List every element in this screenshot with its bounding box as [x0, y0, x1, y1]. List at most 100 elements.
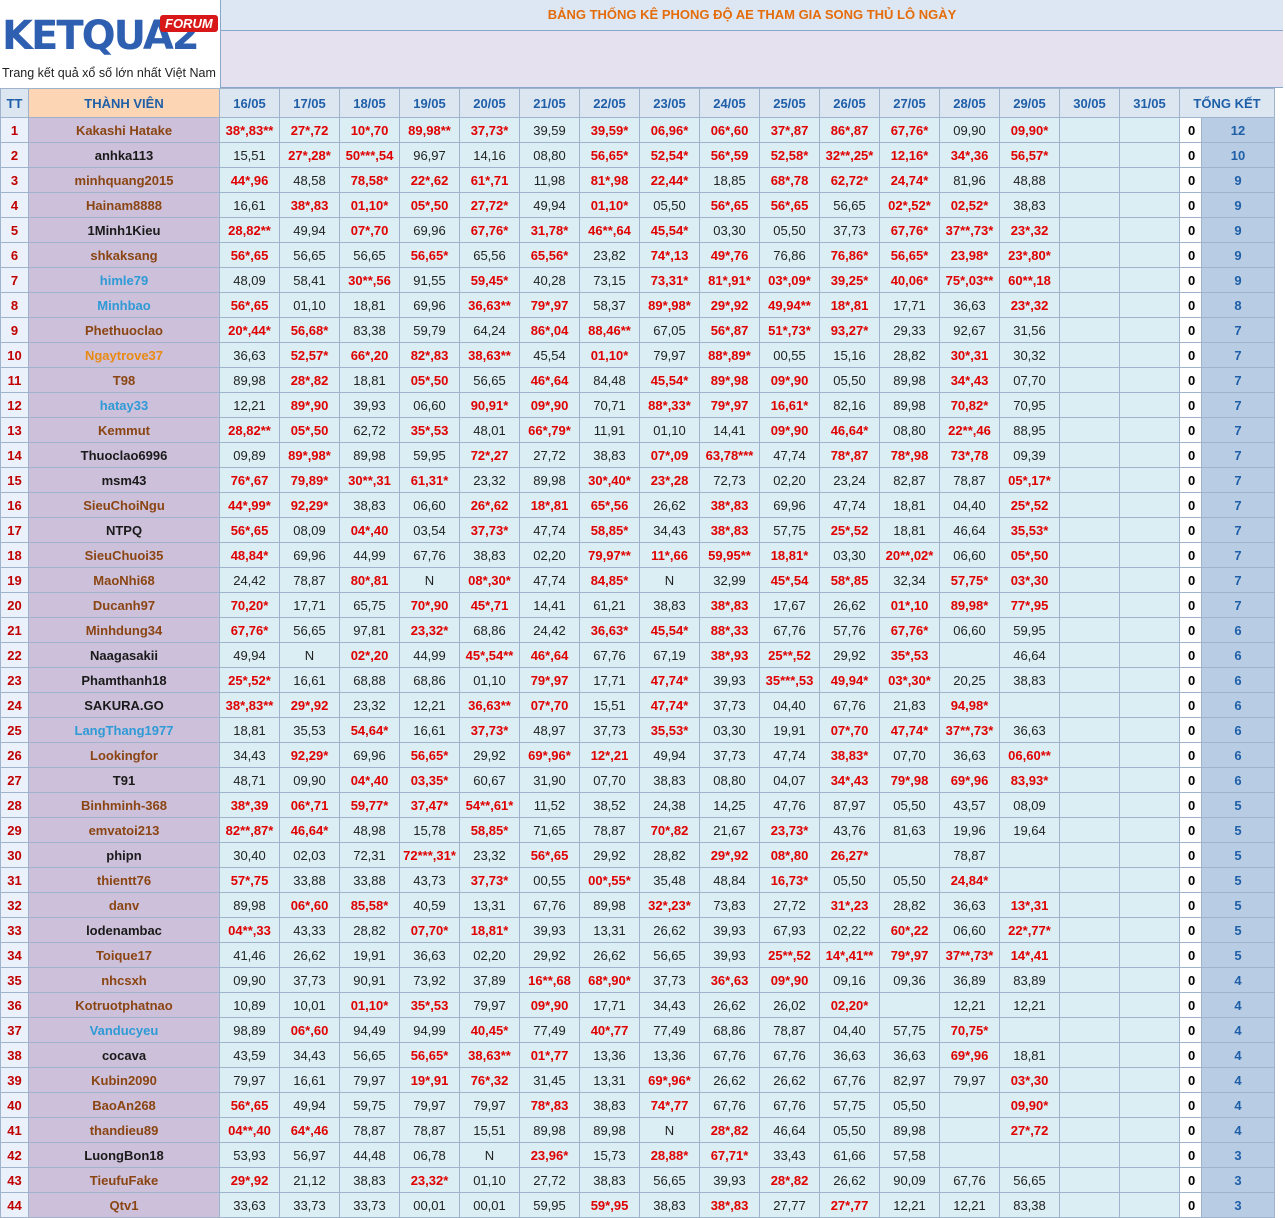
- member-name[interactable]: anhka113: [28, 142, 220, 168]
- pick-cell: 61*,71: [459, 167, 520, 193]
- pick-cell: 06,60: [399, 392, 460, 418]
- member-name[interactable]: emvatoi213: [28, 817, 220, 843]
- member-name[interactable]: msm43: [28, 467, 220, 493]
- pick-cell: 72***,31*: [399, 842, 460, 868]
- pick-cell: 10*,70: [339, 117, 400, 143]
- member-name[interactable]: Kakashi Hatake: [28, 117, 220, 143]
- pick-cell: 38,83*: [819, 742, 880, 768]
- member-name[interactable]: Ngaytrove37: [28, 342, 220, 368]
- member-name[interactable]: 1Minh1Kieu: [28, 217, 220, 243]
- pick-cell: 97,81: [339, 617, 400, 643]
- zero-cell: 0: [1179, 242, 1202, 268]
- member-name[interactable]: Toique17: [28, 942, 220, 968]
- pick-cell: N: [639, 567, 700, 593]
- member-name[interactable]: Phamthanh18: [28, 667, 220, 693]
- member-name[interactable]: Kotruotphatnao: [28, 992, 220, 1018]
- pick-cell: 67,19: [639, 642, 700, 668]
- row-index: 23: [0, 667, 29, 693]
- pick-cell: [1059, 292, 1120, 318]
- pick-cell: [1119, 517, 1180, 543]
- pick-cell: [1059, 917, 1120, 943]
- member-name[interactable]: SAKURA.GO: [28, 692, 220, 718]
- member-name[interactable]: thandieu89: [28, 1117, 220, 1143]
- zero-cell: 0: [1179, 617, 1202, 643]
- member-name[interactable]: danv: [28, 892, 220, 918]
- member-name[interactable]: Thuoclao6996: [28, 442, 220, 468]
- pick-cell: 04*,40: [339, 517, 400, 543]
- member-name[interactable]: Kubin2090: [28, 1067, 220, 1093]
- member-name[interactable]: Lookingfor: [28, 742, 220, 768]
- table-row: 28 Binhminh-368 38*,39 06*,71 59,77* 37,47* 54…: [0, 792, 1275, 818]
- member-name[interactable]: LangThang1977: [28, 717, 220, 743]
- pick-cell: 79*,98: [879, 767, 940, 793]
- member-name[interactable]: phipn: [28, 842, 220, 868]
- member-name[interactable]: Ducanh97: [28, 592, 220, 618]
- page-title: BẢNG THỐNG KÊ PHONG ĐỘ AE THAM GIA SONG …: [221, 0, 1283, 31]
- pick-cell: 15,51: [459, 1117, 520, 1143]
- member-name[interactable]: thientt76: [28, 867, 220, 893]
- member-name[interactable]: himle79: [28, 267, 220, 293]
- member-name[interactable]: cocava: [28, 1042, 220, 1068]
- pick-cell: 89,98: [519, 467, 580, 493]
- pick-cell: 73,15: [579, 267, 640, 293]
- member-name[interactable]: minhquang2015: [28, 167, 220, 193]
- pick-cell: [1119, 667, 1180, 693]
- member-name[interactable]: NTPQ: [28, 517, 220, 543]
- pick-cell: 56*,65: [519, 842, 580, 868]
- pick-cell: N: [399, 567, 460, 593]
- member-name[interactable]: BaoAn268: [28, 1092, 220, 1118]
- row-index: 1: [0, 117, 29, 143]
- pick-cell: 38,83: [639, 767, 700, 793]
- member-name[interactable]: Vanducyeu: [28, 1017, 220, 1043]
- pick-cell: 81,63: [879, 817, 940, 843]
- pick-cell: 92,29*: [279, 492, 340, 518]
- member-name[interactable]: Phethuoclao: [28, 317, 220, 343]
- pick-cell: 29,92: [579, 842, 640, 868]
- total-cell: 7: [1201, 392, 1275, 418]
- pick-cell: 36,89: [939, 967, 1000, 993]
- member-name[interactable]: hatay33: [28, 392, 220, 418]
- zero-cell: 0: [1179, 767, 1202, 793]
- member-name[interactable]: shkaksang: [28, 242, 220, 268]
- pick-cell: 26,62: [279, 942, 340, 968]
- pick-cell: [1059, 417, 1120, 443]
- pick-cell: 22,44*: [639, 167, 700, 193]
- zero-cell: 0: [1179, 792, 1202, 818]
- member-name[interactable]: nhcsxh: [28, 967, 220, 993]
- pick-cell: [1119, 892, 1180, 918]
- pick-cell: 01,10*: [339, 192, 400, 218]
- member-name[interactable]: TieufuFake: [28, 1167, 220, 1193]
- pick-cell: 13,31: [459, 892, 520, 918]
- member-name[interactable]: lodenambac: [28, 917, 220, 943]
- table-row: 13 Kemmut 28,82** 05*,50 62,72 35*,53 48,01 66*…: [0, 417, 1275, 443]
- member-name[interactable]: SieuChoiNgu: [28, 492, 220, 518]
- pick-cell: 98,89: [219, 1017, 280, 1043]
- member-name[interactable]: Minhdung34: [28, 617, 220, 643]
- member-name[interactable]: MaoNhi68: [28, 567, 220, 593]
- member-name[interactable]: T98: [28, 367, 220, 393]
- pick-cell: 79,97: [639, 342, 700, 368]
- pick-cell: 84,48: [579, 367, 640, 393]
- member-name[interactable]: SieuChuoi35: [28, 542, 220, 568]
- member-name[interactable]: LuongBon18: [28, 1142, 220, 1168]
- total-cell: 7: [1201, 467, 1275, 493]
- pick-cell: 52,57*: [279, 342, 340, 368]
- zero-cell: 0: [1179, 142, 1202, 168]
- pick-cell: 48,84*: [219, 542, 280, 568]
- pick-cell: 67,76*: [879, 117, 940, 143]
- row-index: 35: [0, 967, 29, 993]
- pick-cell: 37**,73*: [939, 217, 1000, 243]
- member-name[interactable]: Binhminh-368: [28, 792, 220, 818]
- member-name[interactable]: Kemmut: [28, 417, 220, 443]
- pick-cell: 79,97: [939, 1067, 1000, 1093]
- member-name[interactable]: Qtv1: [28, 1192, 220, 1218]
- pick-cell: [1059, 342, 1120, 368]
- zero-cell: 0: [1179, 367, 1202, 393]
- total-cell: 4: [1201, 1042, 1275, 1068]
- site-logo[interactable]: KETQUA2 FORUM Trang kết quả xổ số lớn nh…: [0, 0, 221, 88]
- member-name[interactable]: Minhbao: [28, 292, 220, 318]
- pick-cell: 23,73*: [759, 817, 820, 843]
- member-name[interactable]: T91: [28, 767, 220, 793]
- member-name[interactable]: Hainam8888: [28, 192, 220, 218]
- member-name[interactable]: Naagasakii: [28, 642, 220, 668]
